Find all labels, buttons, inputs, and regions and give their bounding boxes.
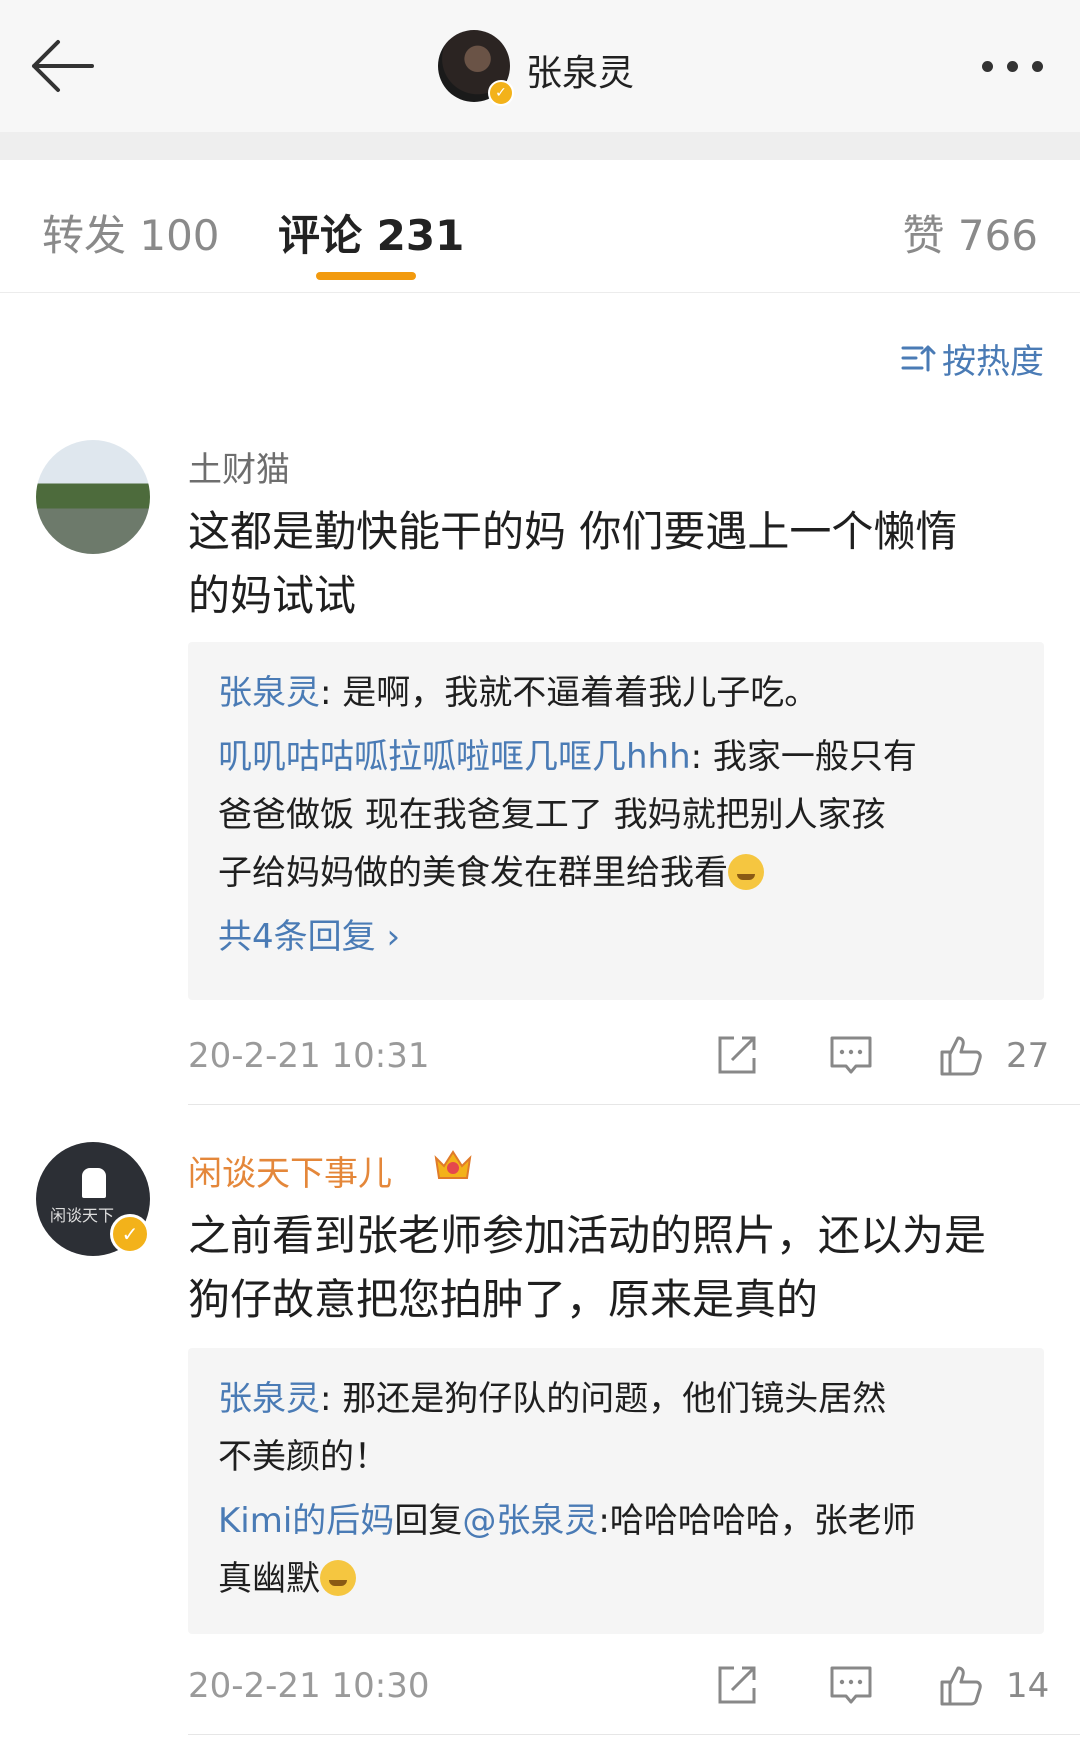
avatar[interactable] xyxy=(36,440,150,554)
emoji-icon xyxy=(728,854,764,890)
comment-line: 的妈试试 xyxy=(188,571,357,620)
comment-username[interactable]: 土财猫 xyxy=(188,442,290,491)
reply-author[interactable]: 张泉灵 xyxy=(218,673,320,713)
comment-content: 之前看到张老师参加活动的照片，还以为是 狗仔故意把您拍肿了，原来是真的 xyxy=(188,1204,1048,1332)
reply-item: 张泉灵: 那还是狗仔队的问题，他们镜头居然 不美颜的！ xyxy=(218,1370,1014,1486)
thumbs-up-icon[interactable] xyxy=(938,1032,984,1078)
comment-timestamp: 20-2-21 10:30 xyxy=(188,1666,430,1706)
reply-text: 回复 xyxy=(394,1501,463,1541)
like-count: 27 xyxy=(1006,1036,1050,1076)
crown-icon xyxy=(434,1150,472,1179)
reply-text: : 是啊，我就不逼着着我儿子吃。 xyxy=(320,673,819,713)
reply-item: 叽叽咕咕呱拉呱啦哐几哐几hhh: 我家一般只有 爸爸做饭 现在我爸复工了 我妈就… xyxy=(218,728,1014,902)
reply-text: : 那还是狗仔队的问题，他们镜头居然 xyxy=(320,1379,887,1419)
tab-bar: 转发 100 评论 231 赞 766 xyxy=(0,160,1080,293)
reply-item: 张泉灵: 是啊，我就不逼着着我儿子吃。 xyxy=(218,664,1014,722)
reply-text: 不美颜的！ xyxy=(218,1437,388,1477)
comment-line: 狗仔故意把您拍肿了，原来是真的 xyxy=(188,1275,819,1324)
reply-text: : 我家一般只有 xyxy=(690,737,917,777)
reply-mention[interactable]: @张泉灵 xyxy=(462,1501,598,1541)
avatar-text: 闲谈天下 xyxy=(50,1206,115,1225)
weibo-comments-page: ✓ 张泉灵 转发 100 评论 231 赞 766 按热度 土财猫 这都是勤快能… xyxy=(0,0,1080,1740)
back-arrow-icon xyxy=(32,40,94,92)
more-replies-link[interactable]: 共4条回复 › xyxy=(218,908,1014,966)
reply-text: 爸爸做饭 现在我爸复工了 我妈就把别人家孩 xyxy=(218,795,886,835)
reply-text: 真幽默 xyxy=(218,1559,320,1599)
thumbs-up-icon[interactable] xyxy=(938,1662,984,1708)
comment-meta: 20-2-21 10:31 27 xyxy=(188,1026,1050,1086)
tab-comment[interactable]: 评论 231 xyxy=(278,202,464,263)
comment-content: 这都是勤快能干的妈 你们要遇上一个懒惰 的妈试试 xyxy=(188,500,1048,628)
more-dots-icon xyxy=(1032,61,1043,72)
reply-box[interactable]: 张泉灵: 是啊，我就不逼着着我儿子吃。 叽叽咕咕呱拉呱啦哐几哐几hhh: 我家一… xyxy=(188,642,1044,1000)
verified-badge: ✓ xyxy=(488,80,514,106)
comment-username[interactable]: 闲谈天下事儿 xyxy=(188,1146,392,1195)
more-dots-icon xyxy=(1007,61,1018,72)
comment-line: 这都是勤快能干的妈 你们要遇上一个懒惰 xyxy=(188,507,958,556)
emoji-icon xyxy=(320,1560,356,1596)
repost-icon[interactable] xyxy=(714,1032,760,1078)
reply-box[interactable]: 张泉灵: 那还是狗仔队的问题，他们镜头居然 不美颜的！ Kimi的后妈回复@张泉… xyxy=(188,1348,1044,1634)
more-button[interactable] xyxy=(976,55,1056,79)
reply-author[interactable]: Kimi的后妈 xyxy=(218,1501,394,1541)
sort-label: 按热度 xyxy=(942,341,1044,382)
reply-author[interactable]: 叽叽咕咕呱拉呱啦哐几哐几hhh xyxy=(218,737,691,777)
divider xyxy=(188,1104,1080,1105)
divider xyxy=(188,1734,1080,1735)
comment-line: 之前看到张老师参加活动的照片，还以为是 xyxy=(188,1211,987,1260)
more-dots-icon xyxy=(982,61,993,72)
like-count: 14 xyxy=(1006,1666,1050,1706)
comment-icon[interactable] xyxy=(828,1662,874,1708)
comment-timestamp: 20-2-21 10:31 xyxy=(188,1036,430,1076)
reply-author[interactable]: 张泉灵 xyxy=(218,1379,320,1419)
avatar-figure xyxy=(82,1168,106,1198)
tab-repost[interactable]: 转发 100 xyxy=(42,202,220,263)
reply-item: Kimi的后妈回复@张泉灵:哈哈哈哈哈，张老师 真幽默 xyxy=(218,1492,1014,1608)
reply-text: 子给妈妈做的美食发在群里给我看 xyxy=(218,853,728,893)
back-button[interactable] xyxy=(22,30,112,102)
comment-meta: 20-2-21 10:30 14 xyxy=(188,1656,1050,1716)
verified-badge: ✓ xyxy=(110,1214,150,1254)
active-tab-indicator xyxy=(316,272,416,280)
author-name[interactable]: 张泉灵 xyxy=(526,44,634,96)
comment-icon[interactable] xyxy=(828,1032,874,1078)
tab-like[interactable]: 赞 766 xyxy=(902,202,1038,263)
sort-button[interactable]: 按热度 xyxy=(900,336,1044,382)
reply-text: :哈哈哈哈哈，张老师 xyxy=(598,1501,916,1541)
top-bar: ✓ 张泉灵 xyxy=(0,0,1080,133)
repost-icon[interactable] xyxy=(714,1662,760,1708)
section-gap xyxy=(0,132,1080,160)
sort-icon xyxy=(901,345,936,372)
